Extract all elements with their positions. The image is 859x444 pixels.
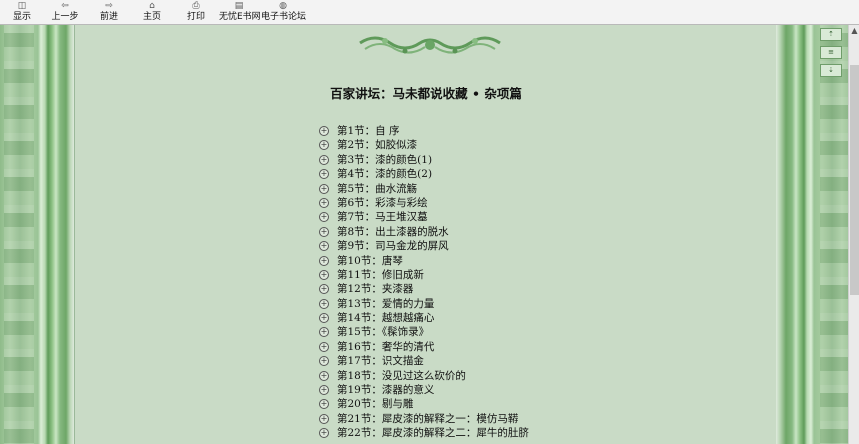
- expand-circle-icon: +: [319, 183, 329, 194]
- chapter-link[interactable]: + 第6节：彩漆与彩绘: [319, 196, 529, 210]
- chapter-link[interactable]: + 第4节：漆的颜色(2): [319, 167, 529, 181]
- right-decorative-border: ⇡ ≡ ⇣: [776, 25, 859, 444]
- home-button[interactable]: ⌂ 主页: [139, 1, 165, 23]
- chapter-link[interactable]: + 第18节：没见过这么砍价的: [319, 369, 529, 383]
- forum-button[interactable]: ◍ 电子书论坛: [261, 1, 306, 23]
- chapter-label: 第9节：司马金龙的屏风: [337, 240, 449, 253]
- forward-arrow-icon: ⇨: [105, 1, 113, 11]
- chapter-label: 第1节：自 序: [337, 125, 400, 137]
- chapter-label: 第19节：漆器的意义: [337, 384, 435, 397]
- expand-circle-icon: +: [319, 370, 329, 381]
- toolbar: ◫ 显示 ⇦ 上一步 ⇨ 前进 ⌂ 主页 ⎙ 打印 ▤ 无忧E书网 ◍ 电子书论…: [0, 0, 859, 25]
- chapter-label: 第8节：出土漆器的脱水: [337, 225, 449, 238]
- expand-circle-icon: +: [319, 428, 329, 439]
- chapter-link[interactable]: + 第5节：曲水流觞: [319, 182, 529, 196]
- chapter-label: 第6节：彩漆与彩绘: [337, 196, 428, 209]
- chapter-label: 第18节：没见过这么砍价的: [337, 369, 466, 382]
- nav-next-page-icon[interactable]: ⇣: [820, 64, 842, 77]
- vertical-scrollbar[interactable]: ▲: [848, 25, 859, 444]
- forward-button[interactable]: ⇨ 前进: [96, 1, 122, 23]
- chapter-label: 第17节：识文描金: [337, 355, 424, 368]
- chapter-label: 第21节：犀皮漆的解释之一：模仿马鞯: [337, 412, 519, 425]
- expand-circle-icon: +: [319, 126, 329, 136]
- chapter-link[interactable]: + 第21节：犀皮漆的解释之一：模仿马鞯: [319, 412, 529, 426]
- chapter-label: 第20节：剔与雕: [337, 398, 414, 411]
- expand-circle-icon: +: [319, 284, 329, 295]
- chapter-link[interactable]: + 第2节：如胶似漆: [319, 138, 529, 152]
- expand-circle-icon: +: [319, 298, 329, 309]
- chapter-link[interactable]: + 第16节：奢华的清代: [319, 340, 529, 354]
- expand-circle-icon: +: [319, 341, 329, 352]
- chapter-label: 第22节：犀皮漆的解释之二：犀牛的肚脐: [337, 427, 529, 440]
- printer-icon: ⎙: [192, 1, 200, 11]
- left-border-pattern: [4, 25, 34, 444]
- book-page: 百家讲坛：马未都说收藏 • 杂项篇 + 第1节：自 序 + 第2节：如胶似漆 + 第3节：…: [74, 25, 778, 444]
- expand-circle-icon: +: [319, 385, 329, 396]
- chapter-label: 第5节：曲水流觞: [337, 182, 418, 195]
- chapter-link[interactable]: + 第11节：修旧成新: [319, 268, 529, 282]
- chapter-label: 第11节：修旧成新: [337, 268, 424, 281]
- scroll-thumb[interactable]: [850, 65, 859, 295]
- chapter-link[interactable]: + 第1节：自 序: [319, 124, 529, 138]
- chapter-label: 第12节：夹漆器: [337, 283, 414, 296]
- floral-ornament-icon: [359, 36, 501, 54]
- expand-circle-icon: +: [319, 154, 329, 165]
- chapter-label: 第7节：马王堆汉墓: [337, 211, 428, 224]
- expand-circle-icon: +: [319, 140, 329, 151]
- chapter-link[interactable]: + 第15节：《髹饰录》: [319, 325, 529, 339]
- chapter-label: 第2节：如胶似漆: [337, 139, 418, 152]
- chapter-link[interactable]: + 第9节：司马金龙的屏风: [319, 239, 529, 253]
- chapter-link[interactable]: + 第12节：夹漆器: [319, 282, 529, 296]
- chapter-link[interactable]: + 第17节：识文描金: [319, 354, 529, 368]
- expand-circle-icon: +: [319, 241, 329, 252]
- chapter-label: 第15节：《髹饰录》: [337, 326, 430, 339]
- expand-circle-icon: +: [319, 313, 329, 324]
- print-button[interactable]: ⎙ 打印: [183, 1, 209, 23]
- right-border-pattern: [820, 25, 850, 444]
- scroll-up-arrow-icon[interactable]: ▲: [849, 25, 859, 36]
- chapter-label: 第16节：奢华的清代: [337, 340, 435, 353]
- expand-circle-icon: +: [319, 399, 329, 410]
- chapter-link[interactable]: + 第19节：漆器的意义: [319, 383, 529, 397]
- chapter-label: 第13节：爱情的力量: [337, 297, 435, 310]
- show-button[interactable]: ◫ 显示: [8, 1, 36, 23]
- expand-circle-icon: +: [319, 269, 329, 280]
- globe-icon: ◍: [279, 1, 287, 11]
- chapter-link[interactable]: + 第13节：爱情的力量: [319, 297, 529, 311]
- expand-circle-icon: +: [319, 169, 329, 180]
- left-decorative-border: [0, 25, 74, 444]
- expand-circle-icon: +: [319, 212, 329, 223]
- book-title: 百家讲坛：马未都说收藏 • 杂项篇: [330, 86, 522, 101]
- back-button[interactable]: ⇦ 上一步: [50, 1, 80, 23]
- expand-circle-icon: +: [319, 197, 329, 208]
- nav-previous-page-icon[interactable]: ⇡: [820, 28, 842, 41]
- back-arrow-icon: ⇦: [61, 1, 69, 11]
- chapter-label: 第14节：越想越痛心: [337, 312, 435, 325]
- expand-circle-icon: +: [319, 413, 329, 424]
- chapter-link[interactable]: + 第20节：剔与雕: [319, 397, 529, 411]
- home-icon: ⌂: [149, 1, 155, 11]
- eshu-site-button[interactable]: ▤ 无忧E书网: [219, 1, 261, 23]
- expand-circle-icon: +: [319, 255, 329, 266]
- chapter-link[interactable]: + 第22节：犀皮漆的解释之二：犀牛的肚脐: [319, 426, 529, 440]
- chapter-link[interactable]: + 第10节：唐琴: [319, 254, 529, 268]
- show-hide-icon: ◫: [17, 1, 27, 11]
- chapter-label: 第10节：唐琴: [337, 254, 403, 267]
- chapter-label: 第4节：漆的颜色(2): [337, 168, 433, 181]
- chapter-link[interactable]: + 第7节：马王堆汉墓: [319, 210, 529, 224]
- expand-circle-icon: +: [319, 356, 329, 367]
- expand-circle-icon: +: [319, 327, 329, 338]
- expand-circle-icon: +: [319, 226, 329, 237]
- document-icon: ▤: [234, 1, 244, 11]
- nav-contents-icon[interactable]: ≡: [820, 46, 842, 59]
- chapter-label: 第3节：漆的颜色(1): [337, 153, 433, 166]
- chapter-link[interactable]: + 第3节：漆的颜色(1): [319, 153, 529, 167]
- chapter-list: + 第1节：自 序 + 第2节：如胶似漆 + 第3节：漆的颜色(1) + 第4节：漆的颜色(2…: [319, 124, 529, 441]
- chapter-link[interactable]: + 第14节：越想越痛心: [319, 311, 529, 325]
- chapter-link[interactable]: + 第8节：出土漆器的脱水: [319, 225, 529, 239]
